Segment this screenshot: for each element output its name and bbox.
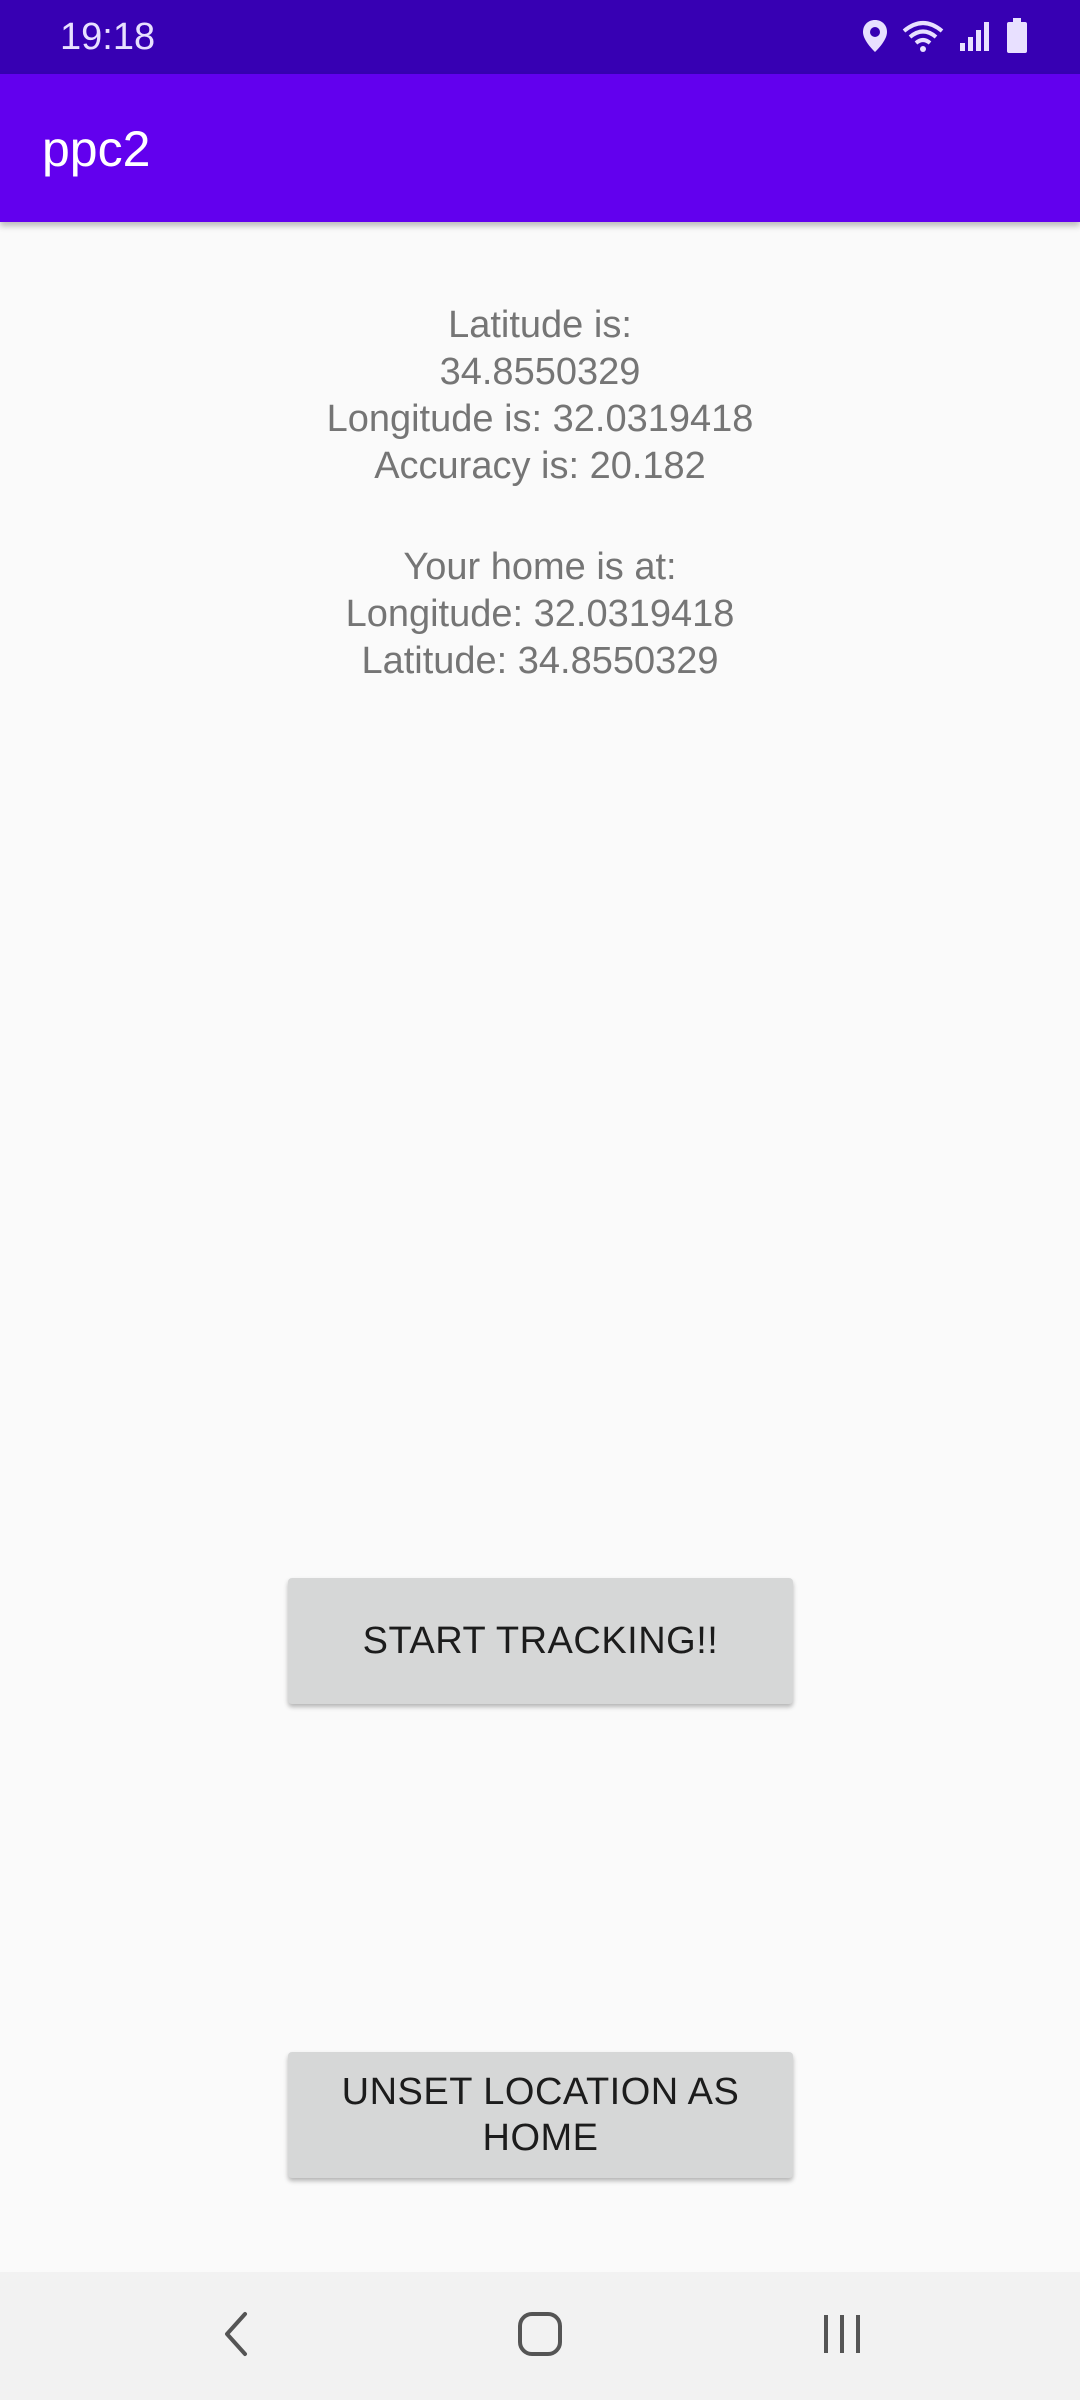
wifi-icon <box>902 19 944 53</box>
latitude-label: Latitude is: <box>448 304 632 346</box>
back-icon <box>221 2310 251 2363</box>
home-latitude: Latitude: 34.8550329 <box>361 640 719 682</box>
location-icon <box>862 19 888 53</box>
unset-home-label-line1: UNSET LOCATION AS <box>341 2071 740 2113</box>
home-heading: Your home is at: <box>403 546 677 588</box>
status-bar: 19:18 <box>0 0 1080 74</box>
recents-icon <box>820 2313 864 2360</box>
home-icon <box>517 2311 563 2362</box>
status-icons <box>862 16 1028 56</box>
start-tracking-button[interactable]: START TRACKING!! <box>288 1578 793 1704</box>
battery-icon <box>1006 18 1028 54</box>
longitude-text: Longitude is: 32.0319418 <box>326 398 754 440</box>
current-location-info: Latitude is: 34.8550329 Longitude is: 32… <box>0 302 1080 490</box>
accuracy-text: Accuracy is: 20.182 <box>374 445 706 487</box>
home-longitude: Longitude: 32.0319418 <box>345 593 735 635</box>
start-tracking-label: START TRACKING!! <box>362 1620 719 1662</box>
unset-home-button[interactable]: UNSET LOCATION AS HOME <box>288 2052 793 2178</box>
home-location-info: Your home is at: Longitude: 32.0319418 L… <box>0 544 1080 685</box>
navigation-bar <box>0 2272 1080 2400</box>
signal-icon <box>958 19 992 53</box>
back-button[interactable] <box>156 2272 316 2400</box>
unset-home-label: UNSET LOCATION AS HOME <box>342 2069 740 2161</box>
home-button[interactable] <box>460 2272 620 2400</box>
status-time: 19:18 <box>60 16 156 58</box>
latitude-value: 34.8550329 <box>439 351 641 393</box>
unset-home-label-line2: HOME <box>482 2117 599 2159</box>
app-title: ppc2 <box>42 121 151 177</box>
app-bar: ppc2 <box>0 74 1080 222</box>
recents-button[interactable] <box>762 2272 922 2400</box>
